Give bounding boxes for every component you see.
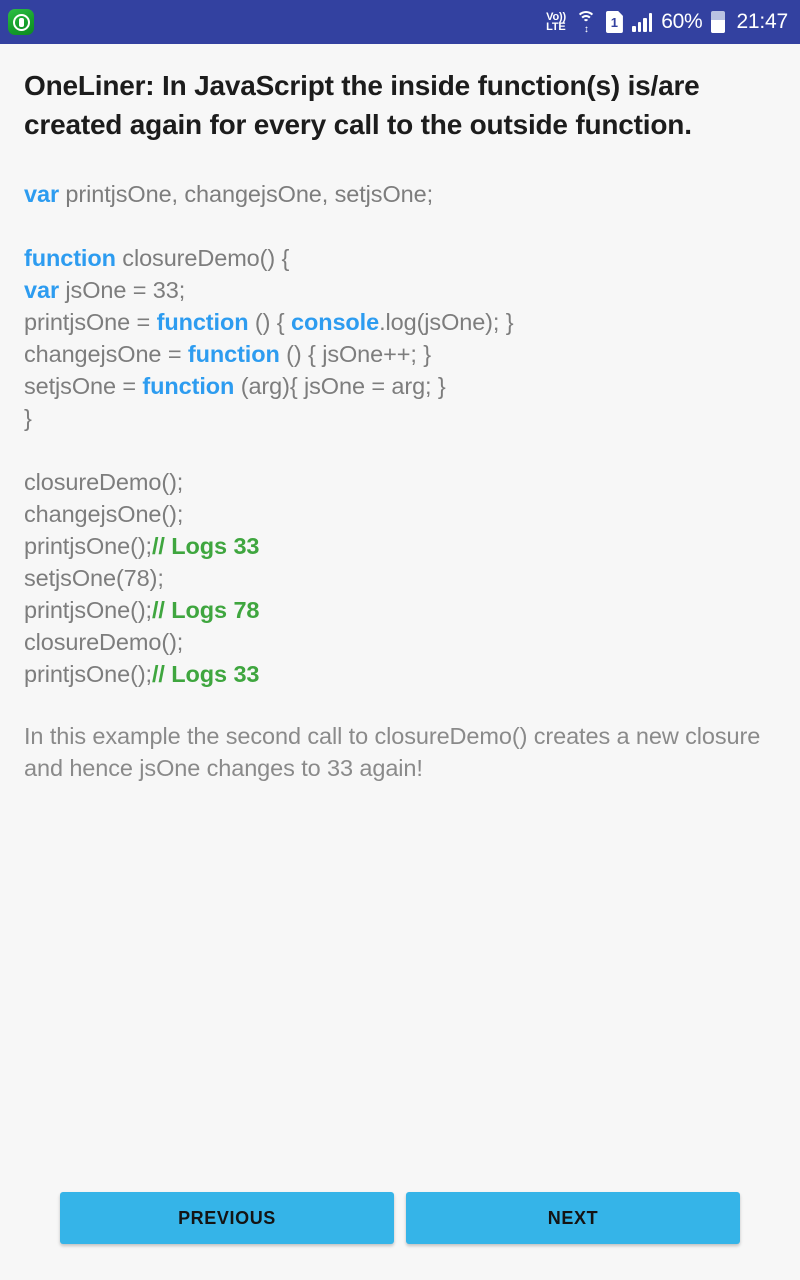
code-keyword: function [187,341,280,367]
code-text: () { jsOne++; } [279,341,431,367]
code-keyword: function [24,245,116,271]
sim-card-icon: 1 [605,11,623,33]
code-line: setjsOne = function (arg){ jsOne = arg; … [24,370,776,402]
code-comment: // Logs 33 [152,661,260,687]
code-text: setjsOne = [24,373,143,399]
wifi-icon: ↕ [575,10,597,35]
code-text: .log(jsOne); } [379,309,514,335]
code-line: setjsOne(78); [24,562,776,594]
code-line: printjsOne = function () { console.log(j… [24,306,776,338]
code-text: } [24,405,32,431]
battery-icon [711,11,726,33]
code-line: changejsOne = function () { jsOne++; } [24,338,776,370]
code-line: var jsOne = 33; [24,274,776,306]
code-text: closureDemo(); [24,469,184,495]
lesson-content: OneLiner: In JavaScript the inside funct… [0,44,800,1280]
code-line: function closureDemo() { [24,242,776,274]
code-sample: var printjsOne, changejsOne, setjsOne; fu… [24,178,776,690]
app-logo-inner [18,17,24,27]
code-text: printjsOne(); [24,661,152,687]
code-line: var printjsOne, changejsOne, setjsOne; [24,178,776,210]
wifi-transfer-arrows-icon: ↕ [583,24,589,35]
code-text: jsOne = 33; [59,277,186,303]
code-text: closureDemo() { [115,245,290,271]
code-text: setjsOne(78); [24,565,164,591]
page-title: OneLiner: In JavaScript the inside funct… [24,70,700,140]
code-keyword: console [290,309,380,335]
battery-fill [711,19,726,33]
navigation-footer: PREVIOUS NEXT [0,1192,800,1244]
app-logo-ring [12,13,30,31]
code-line: printjsOne();// Logs 33 [24,658,776,690]
volte-line2: LTE [546,21,566,33]
code-text: printjsOne(); [24,533,152,559]
status-bar-clock: 21:47 [736,10,788,33]
battery-percent-label: 60% [661,10,703,33]
signal-bar-4 [648,13,653,32]
code-keyword: var [24,277,59,303]
code-line: changejsOne(); [24,498,776,530]
code-line: closureDemo(); [24,626,776,658]
signal-bars-icon [631,12,653,32]
status-bar: Vo)) LTE ↕ 1 60% 21:47 [0,0,800,44]
code-comment: // Logs 78 [152,597,260,623]
code-line: printjsOne();// Logs 33 [24,530,776,562]
code-text: changejsOne(); [24,501,184,527]
code-text: changejsOne = [24,341,188,367]
code-text: printjsOne, changejsOne, setjsOne; [59,181,434,207]
explanation-text: In this example the second call to closu… [24,723,761,781]
code-text: closureDemo(); [24,629,184,655]
code-keyword: function [156,309,249,335]
status-bar-indicators: Vo)) LTE ↕ 1 60% 21:47 [546,10,788,35]
signal-bar-2 [637,22,642,32]
signal-bar-1 [631,26,636,32]
code-text: () { [248,309,291,335]
code-comment: // Logs 33 [152,533,260,559]
code-line: } [24,402,776,434]
code-line: printjsOne();// Logs 78 [24,594,776,626]
app-logo-icon [8,9,34,35]
code-keyword: var [24,181,59,207]
code-keyword: function [142,373,235,399]
next-button[interactable]: NEXT [406,1192,740,1244]
code-text: printjsOne = [24,309,157,335]
previous-button[interactable]: PREVIOUS [60,1192,394,1244]
code-text: printjsOne(); [24,597,152,623]
signal-bar-3 [643,18,647,32]
volte-icon: Vo)) LTE [546,11,566,33]
code-text: (arg){ jsOne = arg; } [234,373,446,399]
code-line: closureDemo(); [24,466,776,498]
